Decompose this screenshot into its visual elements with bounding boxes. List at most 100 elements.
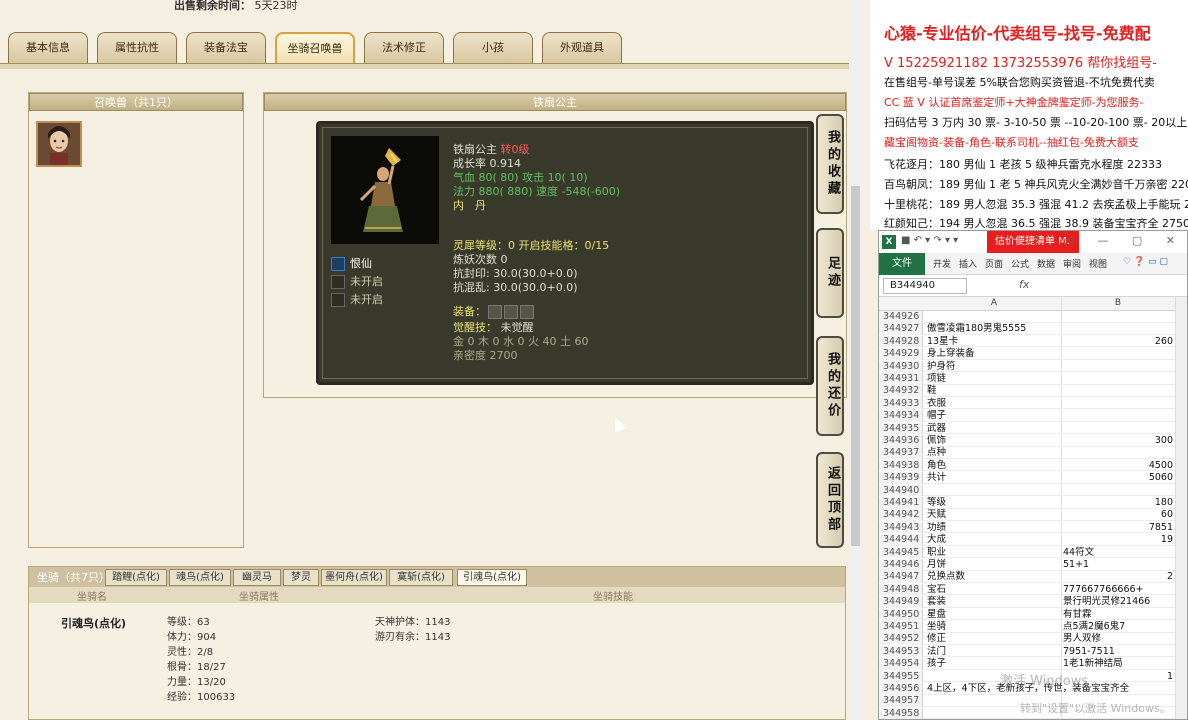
row-number[interactable]: 344937: [879, 447, 923, 459]
cell-a[interactable]: 孩子: [927, 658, 1061, 670]
row-number[interactable]: 344936: [879, 435, 923, 447]
mount-tab-7[interactable]: 引魂鸟(点化): [457, 569, 527, 586]
cell-b[interactable]: 19: [1063, 534, 1173, 546]
spreadsheet-row[interactable]: 344950 星盘 有甘霖: [879, 608, 1187, 621]
cell-b[interactable]: 1老1新神结局: [1063, 658, 1173, 670]
cell-a[interactable]: 功绩: [927, 522, 1061, 534]
spreadsheet-row[interactable]: 344937 点种: [879, 447, 1187, 459]
cell-b[interactable]: 5060: [1063, 472, 1173, 484]
row-number[interactable]: 344928: [879, 335, 923, 348]
spreadsheet-row[interactable]: 344936 佩饰 300: [879, 435, 1187, 447]
cell-b[interactable]: 4500: [1063, 460, 1173, 472]
equip-slot-1[interactable]: [488, 305, 502, 319]
cell-a[interactable]: 兑换点数: [927, 571, 1061, 583]
row-number[interactable]: 344954: [879, 658, 923, 670]
spreadsheet-row[interactable]: 344948 宝石 777667766666+: [879, 583, 1187, 596]
window-controls[interactable]: ? ▭ — ▢ ✕: [1034, 234, 1185, 247]
ribbon-tab[interactable]: 视图: [1089, 257, 1107, 270]
spreadsheet-row[interactable]: 344939 共计 5060: [879, 472, 1187, 484]
row-number[interactable]: 344927: [879, 323, 923, 335]
spreadsheet-row[interactable]: 344932 鞋: [879, 385, 1187, 397]
ribbon-tab[interactable]: 公式: [1011, 257, 1029, 270]
ribbon-tab[interactable]: 开发: [933, 257, 951, 270]
excel-vertical-scrollbar[interactable]: [1175, 297, 1187, 719]
cell-a[interactable]: 天赋: [927, 509, 1061, 521]
cell-a[interactable]: 修正: [927, 633, 1061, 645]
cell-a[interactable]: 傲雪凌霜180男鬼5555: [927, 323, 1061, 335]
column-b-header[interactable]: B: [1063, 298, 1173, 308]
tab-equipment[interactable]: 装备法宝: [186, 32, 266, 64]
spreadsheet-row[interactable]: 344928 13星卡 260: [879, 335, 1187, 348]
equip-slot-2[interactable]: [504, 305, 518, 319]
cell-b[interactable]: 7951-7511: [1063, 646, 1173, 658]
cell-a[interactable]: 职业: [927, 547, 1061, 559]
tab-children[interactable]: 小孩: [453, 32, 533, 64]
mount-tab-5[interactable]: 墨何舟(点化): [321, 569, 387, 586]
row-number[interactable]: 344952: [879, 633, 923, 645]
cell-a[interactable]: 帽子: [927, 410, 1061, 422]
tab-mounts-summons[interactable]: 坐骑召唤兽: [275, 32, 355, 64]
row-number[interactable]: 344946: [879, 559, 923, 571]
cell-a[interactable]: 身上穿装备: [927, 348, 1061, 360]
spreadsheet-grid[interactable]: 344926 344927 傲雪凌霜180男鬼5555 344928 13星卡 260 34…: [879, 311, 1187, 719]
mount-tab-4[interactable]: 梦灵: [283, 569, 319, 586]
row-number[interactable]: 344939: [879, 472, 923, 484]
cell-b[interactable]: 7851: [1063, 522, 1173, 534]
row-number[interactable]: 344929: [879, 348, 923, 360]
cell-a[interactable]: 法门: [927, 646, 1061, 658]
row-number[interactable]: 344935: [879, 422, 923, 435]
spreadsheet-row[interactable]: 344954 孩子 1老1新神结局: [879, 658, 1187, 670]
cell-a[interactable]: 13星卡: [927, 336, 1061, 348]
row-number[interactable]: 344948: [879, 583, 923, 596]
row-number[interactable]: 344942: [879, 509, 923, 521]
spreadsheet-row[interactable]: 344934 帽子: [879, 410, 1187, 422]
mount-tab-3[interactable]: 幽灵马: [233, 569, 281, 586]
cell-a[interactable]: 武器: [927, 423, 1061, 435]
tab-appearance[interactable]: 外观道具: [542, 32, 622, 64]
row-number[interactable]: 344934: [879, 410, 923, 422]
cell-b[interactable]: 景行明光灵修21466: [1063, 596, 1173, 608]
summon-skill-1[interactable]: 恨仙: [331, 256, 372, 272]
ribbon-tab[interactable]: 插入: [959, 257, 977, 270]
spreadsheet-row[interactable]: 344929 身上穿装备: [879, 348, 1187, 360]
spreadsheet-row[interactable]: 344942 天赋 60: [879, 509, 1187, 521]
column-a-header[interactable]: A: [927, 298, 1061, 308]
cell-a[interactable]: 点种: [927, 447, 1061, 459]
spreadsheet-row[interactable]: 344945 职业 44符文: [879, 546, 1187, 559]
quick-access-toolbar[interactable]: ■ ↶ ▾ ↷ ▾ ▾: [901, 235, 958, 246]
spreadsheet-row[interactable]: 344940: [879, 484, 1187, 497]
spreadsheet-row[interactable]: 344927 傲雪凌霜180男鬼5555: [879, 323, 1187, 335]
tab-basic-info[interactable]: 基本信息: [8, 32, 88, 64]
row-number[interactable]: 344943: [879, 521, 923, 534]
cell-a[interactable]: 套装: [927, 596, 1061, 608]
spreadsheet-row[interactable]: 344944 大成 19: [879, 534, 1187, 546]
spreadsheet-row[interactable]: 344943 功绩 7851: [879, 521, 1187, 534]
spreadsheet-row[interactable]: 344930 护身符: [879, 360, 1187, 373]
row-number[interactable]: 344950: [879, 608, 923, 621]
row-number[interactable]: 344926: [879, 311, 923, 323]
scrollbar-thumb[interactable]: [851, 186, 860, 546]
row-number[interactable]: 344947: [879, 571, 923, 583]
my-counter-offer-button[interactable]: 我的还价: [816, 336, 844, 436]
row-number[interactable]: 344938: [879, 459, 923, 472]
cell-b[interactable]: 男人双修: [1063, 633, 1173, 645]
row-number[interactable]: 344944: [879, 534, 923, 546]
row-number[interactable]: 344955: [879, 670, 923, 683]
tab-spell-correction[interactable]: 法术修正: [364, 32, 444, 64]
row-number[interactable]: 344931: [879, 373, 923, 385]
summon-avatar-thumbnail[interactable]: [36, 121, 82, 167]
spreadsheet-row[interactable]: 344938 角色 4500: [879, 459, 1187, 472]
spreadsheet-row[interactable]: 344952 修正 男人双修: [879, 633, 1187, 645]
cell-a[interactable]: 星盘: [927, 609, 1061, 621]
spreadsheet-row[interactable]: 344946 月饼 51+1: [879, 559, 1187, 571]
cell-b[interactable]: 300: [1063, 435, 1173, 447]
ribbon-tab[interactable]: 数据: [1037, 257, 1055, 270]
spreadsheet-row[interactable]: 344953 法门 7951-7511: [879, 645, 1187, 658]
row-number[interactable]: 344949: [879, 596, 923, 608]
ribbon-tab[interactable]: 审阅: [1063, 257, 1081, 270]
cell-a[interactable]: 鞋: [927, 385, 1061, 397]
row-number[interactable]: 344958: [879, 707, 923, 719]
equip-slot-3[interactable]: [520, 305, 534, 319]
cell-a[interactable]: 佩饰: [927, 435, 1061, 447]
cell-a[interactable]: 衣服: [927, 398, 1061, 410]
